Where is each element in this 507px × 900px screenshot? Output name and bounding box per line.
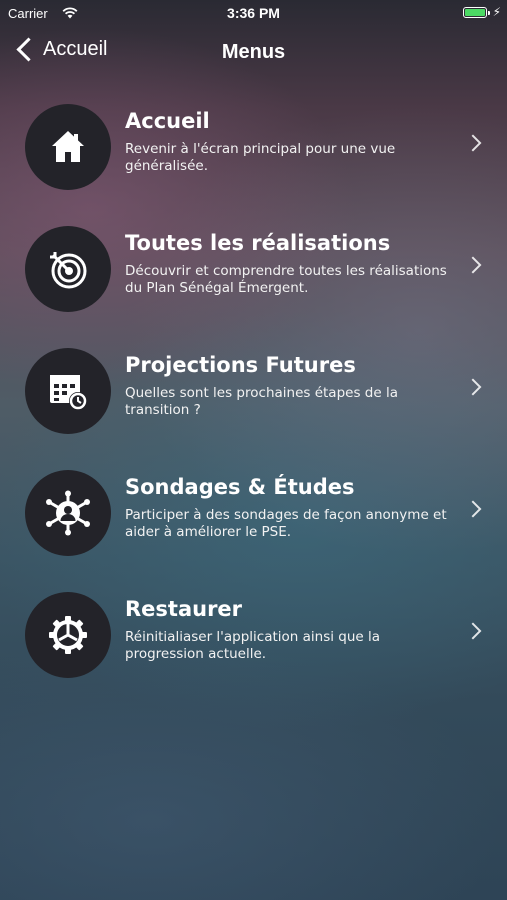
menu-item-title: Sondages & Études [125,475,355,499]
navigation-bar: Accueil Menus [0,34,507,72]
menu-item-title: Projections Futures [125,353,356,377]
menu-icon-circle [25,470,111,556]
menu-item-description: Réinitialiaser l'application ainsi que l… [125,629,381,662]
clock: 3:36 PM [227,5,280,21]
page-title: Menus [221,41,286,63]
status-bar: Carrier 3:36 PM ⚡ [0,0,507,28]
menu-item-description: Quelles sont les prochaines étapes de la… [125,385,398,418]
chevron-right-icon [464,256,482,274]
battery-level [465,9,485,16]
menu-list: Accueil Revenir à l'écran principal pour… [0,104,507,714]
charging-icon: ⚡ [492,5,501,19]
chevron-right-icon [464,134,482,152]
menu-item-description: Découvrir et comprendre toutes les réali… [125,263,447,296]
menu-item-projections[interactable]: Projections Futures Quelles sont les pro… [0,348,507,470]
menu-item-description: Participer à des sondages de façon anony… [125,507,447,540]
battery-icon [463,7,490,18]
chevron-right-icon [464,622,482,640]
gear-icon [49,616,87,654]
menu-icon-circle [25,592,111,678]
menu-item-restaurer[interactable]: Restaurer Réinitialiaser l'application a… [0,592,507,714]
target-icon [50,252,87,289]
menu-item-sondages[interactable]: Sondages & Études Participer à des sonda… [0,470,507,592]
home-icon [52,131,84,162]
chevron-right-icon [464,378,482,396]
user-network-icon [46,490,90,536]
menu-icon-circle [25,348,111,434]
menu-item-title: Toutes les réalisations [125,231,391,255]
menu-item-realisations[interactable]: Toutes les réalisations Découvrir et com… [0,226,507,348]
menu-icon-circle [25,104,111,190]
menu-icon-circle [25,226,111,312]
calendar-clock-icon [50,375,87,410]
menu-item-accueil[interactable]: Accueil Revenir à l'écran principal pour… [0,104,507,226]
menu-item-description: Revenir à l'écran principal pour une vue… [125,141,396,174]
menu-item-title: Restaurer [125,597,243,621]
chevron-right-icon [464,500,482,518]
menu-item-title: Accueil [125,109,210,133]
